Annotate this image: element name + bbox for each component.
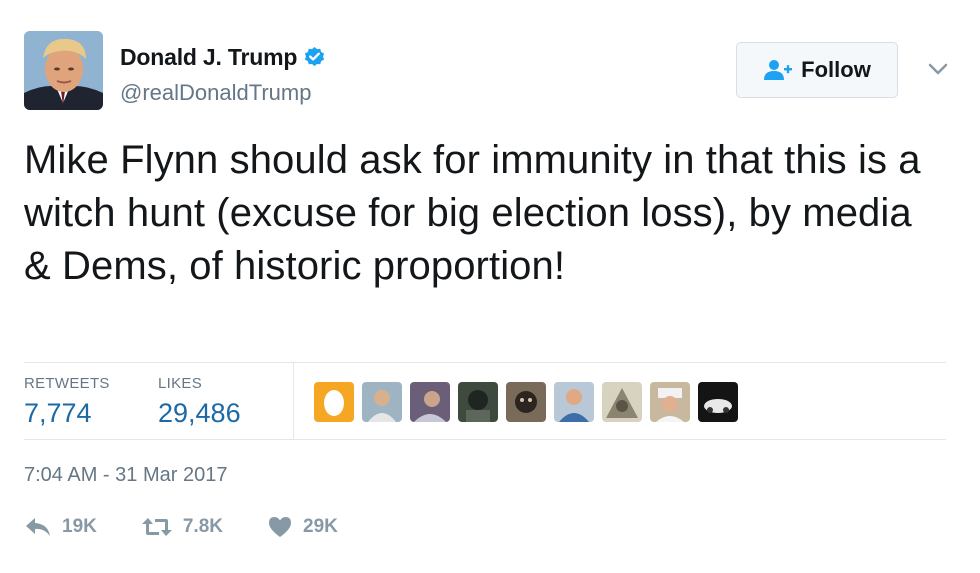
retweets-stat[interactable]: RETWEETS 7,774 <box>24 375 110 429</box>
like-button[interactable]: 29K <box>267 516 338 538</box>
liker-avatars <box>314 382 746 422</box>
liker-avatar[interactable] <box>698 382 738 422</box>
add-user-icon <box>764 60 793 80</box>
liker-avatar[interactable] <box>458 382 498 422</box>
reply-icon <box>26 518 50 536</box>
retweets-label: RETWEETS <box>24 375 110 392</box>
tweet-text: Mike Flynn should ask for immunity in th… <box>24 138 921 288</box>
heart-icon <box>269 517 291 537</box>
author-name-row[interactable]: Donald J. Trump <box>120 44 326 71</box>
tweet-timestamp[interactable]: 7:04 AM - 31 Mar 2017 <box>24 464 227 487</box>
liker-avatar[interactable] <box>506 382 546 422</box>
retweet-button[interactable]: 7.8K <box>141 516 223 538</box>
author-display-name[interactable]: Donald J. Trump <box>120 44 297 71</box>
retweet-count: 7.8K <box>182 516 223 537</box>
chevron-down-icon[interactable] <box>928 62 948 76</box>
liker-avatar[interactable] <box>410 382 450 422</box>
liker-avatar[interactable] <box>650 382 690 422</box>
like-count: 29K <box>303 516 338 537</box>
follow-button[interactable]: Follow <box>736 42 898 98</box>
likes-label: LIKES <box>158 375 203 392</box>
tweet-actions: 19K 7.8K 29K <box>24 516 382 538</box>
reply-button[interactable]: 19K <box>24 516 97 538</box>
liker-avatar[interactable] <box>314 382 354 422</box>
likes-stat[interactable]: LIKES 29,486 <box>158 375 241 429</box>
follow-button-label: Follow <box>801 57 871 82</box>
verified-badge-icon <box>305 46 325 67</box>
likes-value: 29,486 <box>158 398 241 428</box>
author-handle[interactable]: @realDonaldTrump <box>120 80 311 106</box>
retweets-value: 7,774 <box>24 398 92 428</box>
tweet-stats: RETWEETS 7,774 LIKES 29,486 <box>24 363 946 439</box>
liker-avatar[interactable] <box>554 382 594 422</box>
retweet-icon <box>141 518 172 536</box>
reply-count: 19K <box>62 516 97 537</box>
liker-avatar[interactable] <box>362 382 402 422</box>
stats-bottom-divider <box>24 439 946 440</box>
liker-avatar[interactable] <box>602 382 642 422</box>
stats-separator <box>293 363 294 439</box>
author-avatar[interactable] <box>24 31 103 110</box>
